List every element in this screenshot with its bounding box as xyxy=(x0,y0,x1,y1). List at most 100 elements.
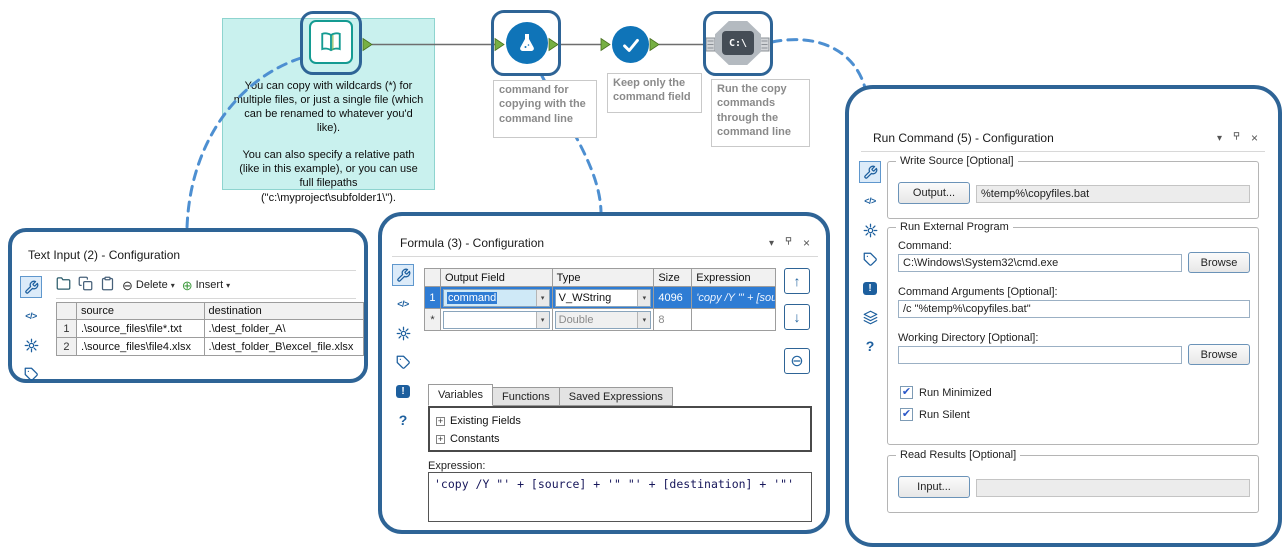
chevron-down-icon[interactable]: ▾ xyxy=(637,289,651,306)
close-button[interactable]: × xyxy=(1251,131,1258,145)
run-external-program-group: Run External Program Command: C:\Windows… xyxy=(887,221,1259,445)
exclamation-icon[interactable]: ! xyxy=(392,380,414,402)
code-icon[interactable]: </> xyxy=(859,190,881,212)
wrench-icon[interactable] xyxy=(859,161,881,183)
formula-tool[interactable] xyxy=(506,22,548,64)
paste-icon[interactable] xyxy=(100,276,115,294)
tag-icon[interactable] xyxy=(20,363,42,385)
pin-button[interactable] xyxy=(783,236,794,250)
column-header-source[interactable]: source xyxy=(76,303,205,320)
checkbox-checked-icon[interactable]: ✔ xyxy=(900,408,913,421)
group-legend: Write Source [Optional] xyxy=(896,155,1018,167)
run-command-config-panel: Run Command (5) - Configuration ▾ × </> … xyxy=(845,85,1282,547)
run-silent-checkbox[interactable]: ✔ Run Silent xyxy=(900,408,970,421)
write-source-path-field[interactable]: %temp%\copyfiles.bat xyxy=(976,185,1250,203)
column-header-output-field[interactable]: Output Field xyxy=(440,269,553,287)
remove-row-button[interactable]: ⊖ xyxy=(784,348,810,374)
row-number[interactable]: 1 xyxy=(425,287,441,309)
cell-destination[interactable]: .\dest_folder_A\ xyxy=(204,320,364,338)
tab-variables[interactable]: Variables xyxy=(428,384,494,406)
run-command-annotation[interactable]: Run the copy commands through the comman… xyxy=(711,79,810,147)
size-cell[interactable]: 4096 xyxy=(654,287,693,309)
text-input-tool[interactable] xyxy=(309,20,353,64)
code-icon[interactable]: </> xyxy=(392,293,414,315)
wrench-icon[interactable] xyxy=(392,264,414,286)
cell-source[interactable]: .\source_files\file4.xlsx xyxy=(76,338,205,356)
output-field-combo[interactable]: command ▾ xyxy=(442,288,550,307)
copy-icon[interactable] xyxy=(78,276,93,294)
column-header-destination[interactable]: destination xyxy=(204,303,364,320)
run-minimized-checkbox[interactable]: ✔ Run Minimized xyxy=(900,386,992,399)
code-icon[interactable]: </> xyxy=(20,305,42,327)
size-cell[interactable]: 8 xyxy=(654,309,693,331)
input-anchor-icon[interactable] xyxy=(600,37,611,52)
tree-item-constants[interactable]: + Constants xyxy=(436,430,804,448)
row-number[interactable]: 2 xyxy=(57,338,77,356)
run-command-tool[interactable]: C:\ xyxy=(715,21,761,65)
browse-working-directory-button[interactable]: Browse xyxy=(1188,344,1250,365)
close-button[interactable]: × xyxy=(803,236,810,250)
read-results-path-field[interactable] xyxy=(976,479,1250,497)
pin-icon xyxy=(785,237,792,245)
command-input[interactable]: C:\Windows\System32\cmd.exe xyxy=(898,254,1182,272)
row-number[interactable]: * xyxy=(425,309,441,331)
input-button[interactable]: Input... xyxy=(898,476,970,498)
output-field-cell: command ▾ xyxy=(440,287,553,309)
expression-editor[interactable]: 'copy /Y "' + [source] + '" "' + [destin… xyxy=(428,472,812,522)
import-folder-icon[interactable] xyxy=(56,276,71,294)
cell-destination[interactable]: .\dest_folder_B\excel_file.xlsx xyxy=(204,338,364,356)
wrench-icon[interactable] xyxy=(20,276,42,298)
checkbox-checked-icon[interactable]: ✔ xyxy=(900,386,913,399)
table-row: 2 .\source_files\file4.xlsx .\dest_folde… xyxy=(57,338,364,356)
pin-button[interactable] xyxy=(1231,131,1242,145)
row-number[interactable]: 1 xyxy=(57,320,77,338)
formula-annotation[interactable]: command for copying with the command lin… xyxy=(493,80,597,138)
output-anchor-icon[interactable] xyxy=(649,37,660,52)
question-icon[interactable]: ? xyxy=(392,409,414,431)
gear-icon[interactable] xyxy=(20,334,42,356)
chevron-down-icon[interactable]: ▾ xyxy=(637,311,651,328)
chevron-down-icon[interactable]: ▾ xyxy=(535,311,549,328)
output-anchor-icon[interactable] xyxy=(362,37,373,52)
collapse-button[interactable]: ▾ xyxy=(1217,133,1222,144)
working-directory-input[interactable] xyxy=(898,346,1182,364)
column-header-type[interactable]: Type xyxy=(552,269,655,287)
tab-functions[interactable]: Functions xyxy=(493,387,560,406)
command-arguments-input[interactable]: /c "%temp%\copyfiles.bat" xyxy=(898,300,1250,318)
move-row-down-button[interactable]: ↓ xyxy=(784,304,810,330)
tree-expand-icon[interactable]: + xyxy=(436,434,445,444)
type-combo[interactable]: Double ▾ xyxy=(554,310,652,329)
tag-icon[interactable] xyxy=(392,351,414,373)
collapse-button[interactable]: ▾ xyxy=(769,238,774,249)
command-arguments-label: Command Arguments [Optional]: xyxy=(898,286,1058,298)
browse-command-button[interactable]: Browse xyxy=(1188,252,1250,273)
layers-icon[interactable] xyxy=(859,306,881,328)
select-tool[interactable] xyxy=(612,26,649,63)
move-row-up-button[interactable]: ↑ xyxy=(784,268,810,294)
tag-icon[interactable] xyxy=(859,248,881,270)
question-icon[interactable]: ? xyxy=(859,335,881,357)
select-annotation[interactable]: Keep only the command field xyxy=(607,73,702,113)
type-combo[interactable]: V_WString ▾ xyxy=(554,288,652,307)
column-header-size[interactable]: Size xyxy=(654,269,693,287)
tab-saved-expressions[interactable]: Saved Expressions xyxy=(559,387,673,406)
gear-icon[interactable] xyxy=(859,219,881,241)
gear-icon[interactable] xyxy=(392,322,414,344)
expression-cell[interactable]: 'copy /Y "' + [sou... xyxy=(692,287,776,309)
cell-source[interactable]: .\source_files\file*.txt xyxy=(76,320,205,338)
formula-row-new: * ▾ Double ▾ 8 xyxy=(425,309,776,331)
chevron-down-icon[interactable]: ▾ xyxy=(535,289,549,306)
insert-button[interactable]: ⊕ Insert ▾ xyxy=(182,279,230,292)
output-field-combo[interactable]: ▾ xyxy=(442,310,550,329)
column-header-expression[interactable]: Expression xyxy=(692,269,776,287)
expression-cell[interactable] xyxy=(692,309,776,331)
flask-icon xyxy=(520,34,534,52)
delete-button[interactable]: ⊖ Delete ▾ xyxy=(122,279,175,292)
output-button[interactable]: Output... xyxy=(898,182,970,204)
checkbox-label: Run Minimized xyxy=(919,386,992,399)
exclamation-icon[interactable]: ! xyxy=(859,277,881,299)
panel-title: Formula (3) - Configuration xyxy=(400,236,545,250)
chevron-down-icon: ▾ xyxy=(170,280,175,290)
tree-expand-icon[interactable]: + xyxy=(436,416,445,426)
tree-item-existing-fields[interactable]: + Existing Fields xyxy=(436,412,804,430)
